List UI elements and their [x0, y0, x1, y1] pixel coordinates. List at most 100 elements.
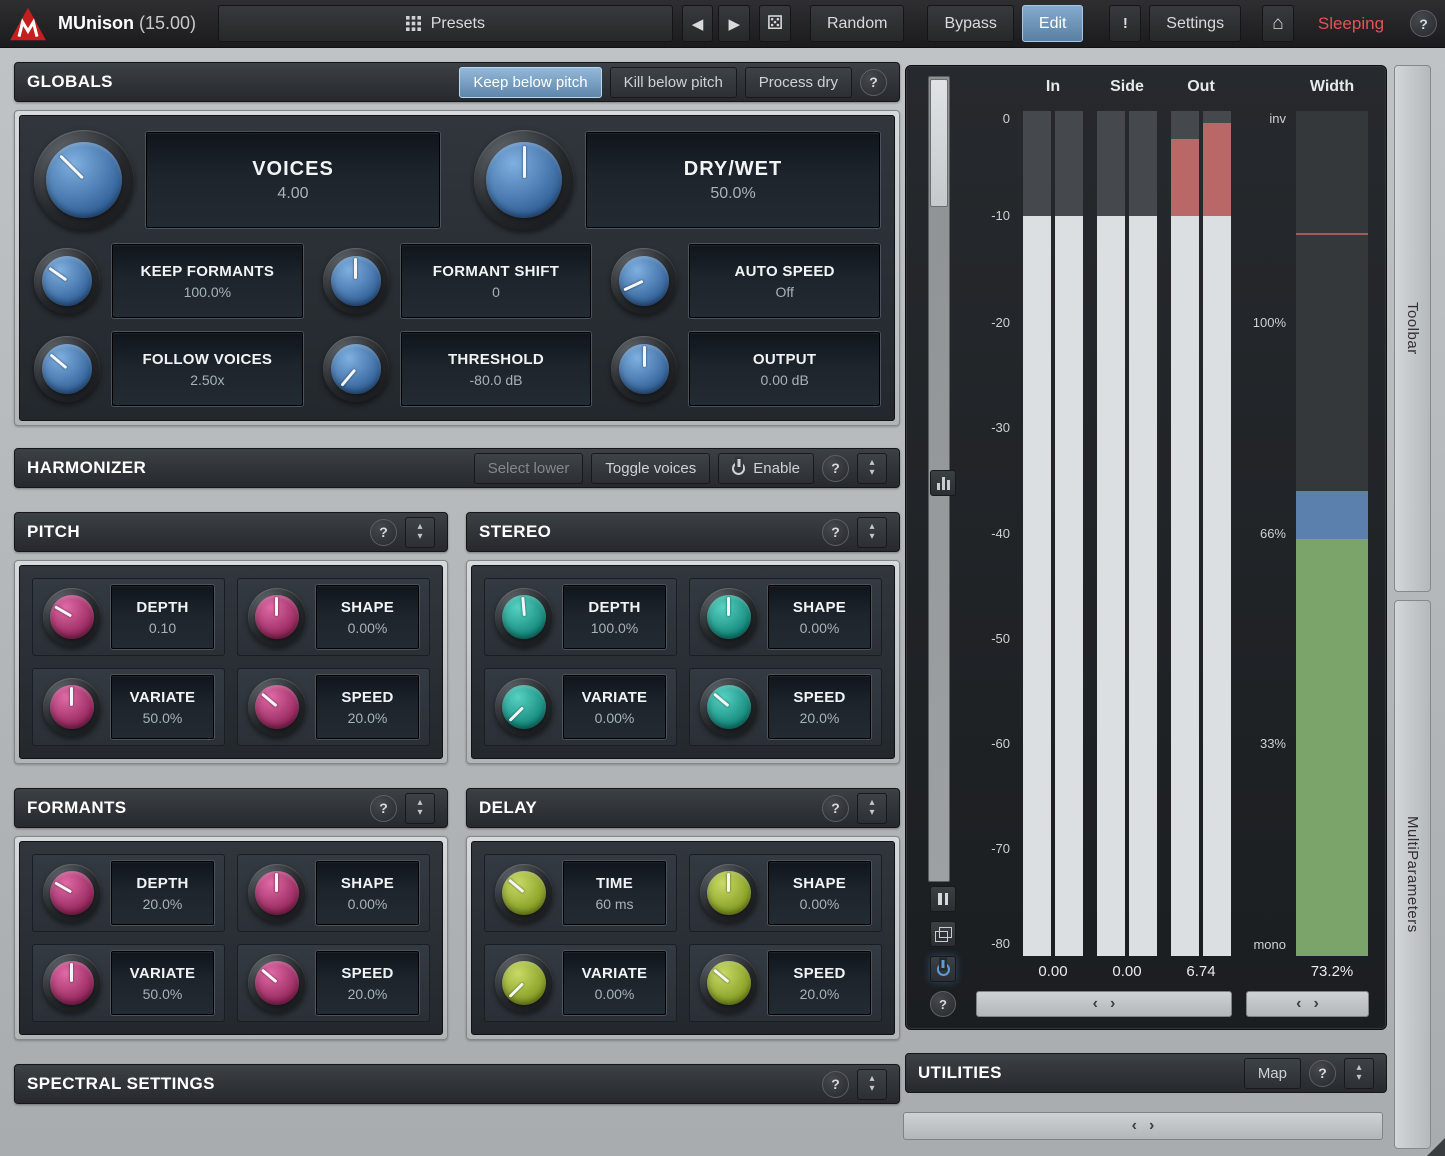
spectral-presets-arrows-button[interactable]: ▴▾: [857, 1069, 887, 1100]
select-lower-button[interactable]: Select lower: [474, 453, 584, 484]
spectral-help-button[interactable]: ?: [822, 1071, 849, 1098]
dry-wet-knob[interactable]: [474, 130, 574, 230]
analyzer-button[interactable]: [930, 470, 956, 496]
toggle-voices-button[interactable]: Toggle voices: [591, 453, 710, 484]
follow-voices-display[interactable]: FOLLOW VOICES 2.50x: [112, 332, 303, 406]
kill-below-pitch-button[interactable]: Kill below pitch: [610, 67, 737, 98]
pitch-depth-knob[interactable]: [43, 588, 101, 646]
stereo-variate-display[interactable]: VARIATE0.00%: [563, 675, 666, 739]
multiparameters-strip[interactable]: MultiParameters: [1394, 600, 1431, 1149]
delay-variate-knob[interactable]: [495, 954, 553, 1012]
delay-speed-display[interactable]: SPEED20.0%: [768, 951, 871, 1015]
formants-shape-display[interactable]: SHAPE0.00%: [316, 861, 419, 925]
knob-pointer: [246, 676, 308, 738]
auto-speed-knob[interactable]: [611, 248, 677, 314]
delay-shape-knob[interactable]: [700, 864, 758, 922]
pitch-depth-display[interactable]: DEPTH0.10: [111, 585, 214, 649]
harmonizer-help-button[interactable]: ?: [822, 455, 849, 482]
stereo-depth-display[interactable]: DEPTH100.0%: [563, 585, 666, 649]
toolbar-strip[interactable]: Toolbar: [1394, 65, 1431, 592]
follow-voices-knob[interactable]: [34, 336, 100, 402]
pitch-shape-knob[interactable]: [248, 588, 306, 646]
stereo-shape-display[interactable]: SHAPE0.00%: [768, 585, 871, 649]
formants-shape-knob[interactable]: [248, 864, 306, 922]
slider-thumb[interactable]: [930, 79, 948, 207]
keep-below-pitch-button[interactable]: Keep below pitch: [459, 67, 601, 98]
knob-pointer: [42, 863, 102, 923]
popup-window-button[interactable]: [930, 921, 956, 947]
delay-time-knob[interactable]: [495, 864, 553, 922]
param-label: VARIATE: [130, 689, 196, 706]
previous-preset-button[interactable]: ◀: [682, 5, 714, 42]
bypass-button[interactable]: Bypass: [927, 5, 1013, 42]
map-button[interactable]: Map: [1244, 1058, 1301, 1089]
formants-depth-knob[interactable]: [43, 864, 101, 922]
pitch-variate-display[interactable]: VARIATE50.0%: [111, 675, 214, 739]
delay-speed-knob[interactable]: [700, 954, 758, 1012]
sleeping-button[interactable]: Sleeping: [1301, 5, 1401, 42]
edit-button[interactable]: Edit: [1022, 5, 1084, 42]
delay-shape-display[interactable]: SHAPE0.00%: [768, 861, 871, 925]
stereo-presets-arrows-button[interactable]: ▴▾: [857, 517, 887, 548]
pitch-presets-arrows-button[interactable]: ▴▾: [405, 517, 435, 548]
formants-variate-knob[interactable]: [43, 954, 101, 1012]
process-dry-button[interactable]: Process dry: [745, 67, 852, 98]
delay-help-button[interactable]: ?: [822, 795, 849, 822]
home-button[interactable]: ⌂: [1262, 5, 1294, 42]
delay-variate-display[interactable]: VARIATE0.00%: [563, 951, 666, 1015]
stereo-shape-knob[interactable]: [700, 588, 758, 646]
stereo-depth-knob[interactable]: [495, 588, 553, 646]
pitch-speed-knob[interactable]: [248, 678, 306, 736]
auto-speed-display[interactable]: AUTO SPEED Off: [689, 244, 880, 318]
pitch-help-button[interactable]: ?: [370, 519, 397, 546]
keep-formants-display[interactable]: KEEP FORMANTS 100.0%: [112, 244, 303, 318]
delay-presets-arrows-button[interactable]: ▴▾: [857, 793, 887, 824]
harmonizer-enable-button[interactable]: Enable: [718, 453, 814, 484]
stereo-variate-knob[interactable]: [495, 678, 553, 736]
randomize-dice-button[interactable]: ⚄: [759, 5, 791, 42]
pitch-shape-display[interactable]: SHAPE0.00%: [316, 585, 419, 649]
notifications-button[interactable]: !: [1109, 5, 1141, 42]
meters-help-button[interactable]: ?: [930, 991, 956, 1017]
dry-wet-display[interactable]: DRY/WET 50.0%: [586, 132, 880, 228]
harmonizer-presets-arrows-button[interactable]: ▴▾: [857, 453, 887, 484]
formants-variate-display[interactable]: VARIATE50.0%: [111, 951, 214, 1015]
settings-button[interactable]: Settings: [1149, 5, 1241, 42]
utilities-presets-arrows-button[interactable]: ▴▾: [1344, 1058, 1374, 1089]
pitch-speed-display[interactable]: SPEED20.0%: [316, 675, 419, 739]
voices-knob[interactable]: [34, 130, 134, 230]
width-scrollbar[interactable]: ‹ ›: [1246, 991, 1369, 1017]
help-button[interactable]: ?: [1410, 10, 1437, 37]
pause-meters-button[interactable]: [930, 886, 956, 912]
threshold-display[interactable]: THRESHOLD -80.0 dB: [401, 332, 592, 406]
keep-formants-knob[interactable]: [34, 248, 100, 314]
formant-shift-knob[interactable]: [323, 248, 389, 314]
output-display[interactable]: OUTPUT 0.00 dB: [689, 332, 880, 406]
utilities-help-button[interactable]: ?: [1309, 1060, 1336, 1087]
formants-presets-arrows-button[interactable]: ▴▾: [405, 793, 435, 824]
resize-handle[interactable]: [1427, 1138, 1445, 1156]
output-knob[interactable]: [611, 336, 677, 402]
width-empty-segment: [1296, 111, 1368, 491]
formant-shift-display[interactable]: FORMANT SHIFT 0: [401, 244, 592, 318]
globals-help-button[interactable]: ?: [860, 69, 887, 96]
stereo-speed-display[interactable]: SPEED20.0%: [768, 675, 871, 739]
random-button[interactable]: Random: [810, 5, 904, 42]
stereo-help-button[interactable]: ?: [822, 519, 849, 546]
stereo-speed-knob[interactable]: [700, 678, 758, 736]
delay-time-display[interactable]: TIME60 ms: [563, 861, 666, 925]
width-meter-label: Width: [1292, 78, 1372, 96]
voices-display[interactable]: VOICES 4.00: [146, 132, 440, 228]
presets-button[interactable]: Presets: [218, 5, 673, 42]
formants-help-button[interactable]: ?: [370, 795, 397, 822]
formants-speed-display[interactable]: SPEED20.0%: [316, 951, 419, 1015]
threshold-knob[interactable]: [323, 336, 389, 402]
formants-depth-display[interactable]: DEPTH20.0%: [111, 861, 214, 925]
formants-speed-knob[interactable]: [248, 954, 306, 1012]
pitch-variate-knob[interactable]: [43, 678, 101, 736]
chevron-down-icon: ▾: [1356, 1073, 1361, 1084]
next-preset-button[interactable]: ▶: [718, 5, 750, 42]
meters-scrollbar[interactable]: ‹ ›: [976, 991, 1232, 1017]
utilities-scrollbar[interactable]: ‹ ›: [903, 1112, 1383, 1140]
meters-power-button[interactable]: [930, 956, 956, 982]
